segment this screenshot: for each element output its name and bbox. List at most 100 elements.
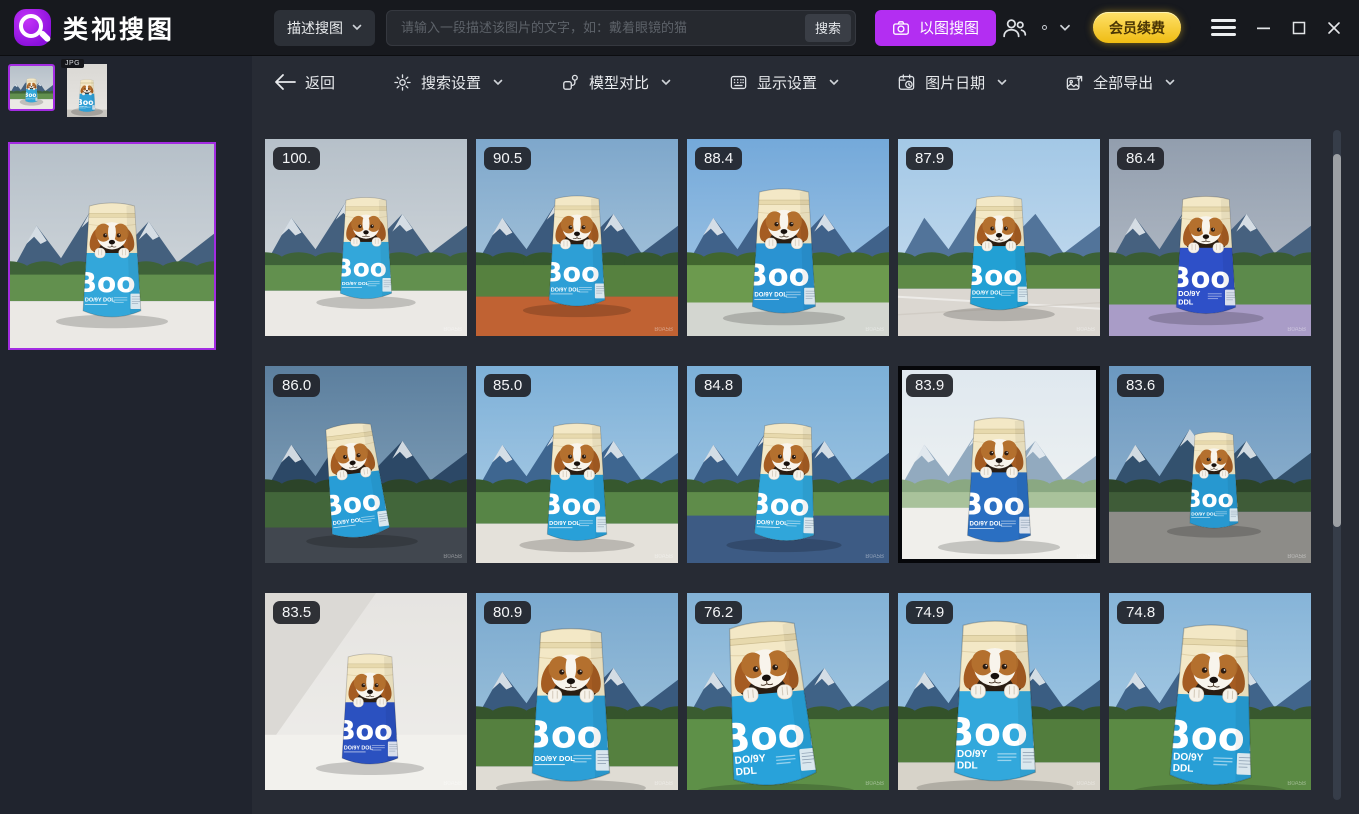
svg-text:DDL: DDL [1178, 297, 1194, 306]
svg-text:B0A5B: B0A5B [1287, 554, 1306, 560]
result-tile[interactable]: Boo!DO/9YDDLB0A5B 76.2 [687, 593, 889, 790]
svg-text:DO/9Y DOL: DO/9Y DOL [972, 291, 1003, 297]
export-image-icon [1065, 73, 1084, 92]
svg-text:B0A5B: B0A5B [1076, 554, 1095, 560]
account-chevron-down-icon[interactable] [1059, 24, 1071, 32]
close-button[interactable] [1323, 17, 1345, 39]
svg-text:B0A5B: B0A5B [1287, 327, 1306, 333]
svg-text:B0A5B: B0A5B [865, 327, 884, 333]
menu-export-all[interactable]: 全部导出 [1059, 71, 1181, 94]
svg-text:B0A5B: B0A5B [1076, 781, 1095, 787]
similarity-score: 84.8 [695, 374, 742, 397]
app-title: 类视搜图 [63, 10, 175, 46]
svg-text:B0A5B: B0A5B [654, 781, 673, 787]
app-window: 类视搜图 描述搜图 搜索 以图搜图 会员续费 [0, 0, 1359, 814]
account-area: 会员续费 [1001, 12, 1345, 43]
search-button[interactable]: 搜索 [805, 14, 851, 42]
gear-icon [393, 73, 412, 92]
svg-text:DDL: DDL [957, 760, 978, 771]
svg-text:DO/9Y DOL: DO/9Y DOL [551, 287, 581, 293]
image-search-label: 以图搜图 [919, 17, 979, 38]
calendar-clock-icon [897, 73, 916, 92]
result-tile[interactable]: Boo!DO/9Y DOLB0A5B 88.4 [687, 139, 889, 336]
svg-text:DDL: DDL [735, 766, 758, 779]
svg-text:B0A5B: B0A5B [1287, 781, 1306, 787]
svg-text:DO/9Y DOL: DO/9Y DOL [754, 292, 787, 299]
svg-text:DO/9Y DOL: DO/9Y DOL [85, 298, 116, 304]
result-tile[interactable]: Boo!DO/9Y DOLB0A5B 87.9 [898, 139, 1100, 336]
app-logo-icon [14, 9, 51, 46]
image-search-button[interactable]: 以图搜图 [875, 10, 996, 46]
search-mode-dropdown[interactable]: 描述搜图 [274, 10, 375, 46]
svg-text:DO/9Y DOL: DO/9Y DOL [1191, 511, 1216, 516]
back-arrow-icon [274, 73, 296, 91]
result-tile[interactable]: Boo!DO/9Y DOLB0A5B 83.6 [1109, 366, 1311, 563]
svg-text:DO/9Y: DO/9Y [1173, 752, 1204, 764]
svg-text:B0A5B: B0A5B [865, 781, 884, 787]
back-button[interactable]: 返回 [268, 71, 341, 94]
svg-text:DO/9Y DOL: DO/9Y DOL [970, 521, 1003, 528]
similarity-score: 74.8 [1117, 601, 1164, 624]
result-tile[interactable]: Boo!DO/9Y DOLB0A5B 90.5 [476, 139, 678, 336]
result-tile[interactable]: Boo!DO/9Y DOLB0A5B 83.9 [898, 366, 1100, 563]
result-tile[interactable]: Boo!DO/9Y DOLB0A5B 86.0 [265, 366, 467, 563]
svg-text:DO/9Y DOL: DO/9Y DOL [549, 521, 580, 527]
logo-area: 类视搜图 [14, 9, 260, 46]
results-panel: 返回 搜索设置 模型对比 显示设置 [252, 56, 1359, 814]
similarity-score: 74.9 [906, 601, 953, 624]
similarity-score: 86.0 [273, 374, 320, 397]
menu-image-date[interactable]: 图片日期 [891, 71, 1013, 94]
svg-text:DO/9Y DOL: DO/9Y DOL [757, 520, 789, 527]
users-icon[interactable] [1001, 16, 1028, 39]
similarity-score: 83.6 [1117, 374, 1164, 397]
similarity-score: 80.9 [484, 601, 531, 624]
menu-search-settings[interactable]: 搜索设置 [387, 71, 509, 94]
search-input[interactable] [399, 19, 805, 36]
topbar: 类视搜图 描述搜图 搜索 以图搜图 会员续费 [0, 0, 1359, 56]
svg-text:B0A5B: B0A5B [865, 554, 884, 560]
svg-text:DO/9Y: DO/9Y [957, 749, 988, 760]
result-tile[interactable]: Boo!DO/9Y DOLB0A5B 84.8 [687, 366, 889, 563]
result-tile[interactable]: Boo!DO/9YDDLB0A5B 86.4 [1109, 139, 1311, 336]
results-grid: Boo!DO/9Y DOLB0A5B 100. Boo!DO/9Y DOLB0A… [252, 108, 1359, 790]
sidebar: Boo!DO/9Y DOL Boo!DO/9Y DOL JPG Boo!DO/9… [0, 56, 252, 814]
menu-model-compare[interactable]: 模型对比 [555, 71, 677, 94]
result-tile[interactable]: Boo!DO/9Y DOLB0A5B 100. [265, 139, 467, 336]
maximize-button[interactable] [1288, 17, 1310, 39]
svg-text:DO/9Y DOL: DO/9Y DOL [344, 745, 374, 751]
status-dot [1042, 25, 1047, 30]
svg-text:B0A5B: B0A5B [1076, 327, 1095, 333]
svg-text:B0A5B: B0A5B [654, 554, 673, 560]
query-image-preview[interactable]: Boo!DO/9Y DOL [8, 142, 216, 350]
query-thumbnail-selected[interactable]: Boo!DO/9Y DOL [8, 64, 55, 111]
search-box: 搜索 [386, 10, 856, 46]
chevron-down-icon [829, 79, 839, 86]
display-icon [729, 73, 748, 92]
svg-text:DO/9Y DOL: DO/9Y DOL [535, 754, 576, 763]
result-tile[interactable]: Boo!DO/9Y DOLB0A5B 83.5 [265, 593, 467, 790]
chevron-down-icon [1165, 79, 1175, 86]
similarity-score: 83.5 [273, 601, 320, 624]
similarity-score: 90.5 [484, 147, 531, 170]
similarity-score: 100. [273, 147, 320, 170]
similarity-score: 85.0 [484, 374, 531, 397]
chevron-down-icon [493, 79, 503, 86]
minimize-button[interactable] [1253, 17, 1275, 39]
result-tile[interactable]: Boo!DO/9Y DOLB0A5B 85.0 [476, 366, 678, 563]
result-tile[interactable]: Boo!DO/9YDDLB0A5B 74.9 [898, 593, 1100, 790]
svg-text:B0A5B: B0A5B [443, 781, 462, 787]
svg-text:B0A5B: B0A5B [443, 554, 462, 560]
svg-text:B0A5B: B0A5B [443, 327, 462, 333]
scrollbar-thumb[interactable] [1333, 154, 1341, 527]
query-thumbnail-2[interactable]: Boo!DO/9Y DOL JPG [67, 64, 107, 117]
hamburger-menu-icon[interactable] [1207, 15, 1240, 41]
similarity-score: 83.9 [906, 374, 953, 397]
membership-renew-button[interactable]: 会员续费 [1093, 12, 1181, 43]
minimize-icon [1257, 21, 1271, 35]
search-mode-label: 描述搜图 [287, 18, 343, 38]
query-thumbnails: Boo!DO/9Y DOL Boo!DO/9Y DOL JPG [8, 64, 244, 117]
menu-display-settings[interactable]: 显示设置 [723, 71, 845, 94]
result-tile[interactable]: Boo!DO/9YDDLB0A5B 74.8 [1109, 593, 1311, 790]
similarity-score: 76.2 [695, 601, 742, 624]
result-tile[interactable]: Boo!DO/9Y DOLB0A5B 80.9 [476, 593, 678, 790]
